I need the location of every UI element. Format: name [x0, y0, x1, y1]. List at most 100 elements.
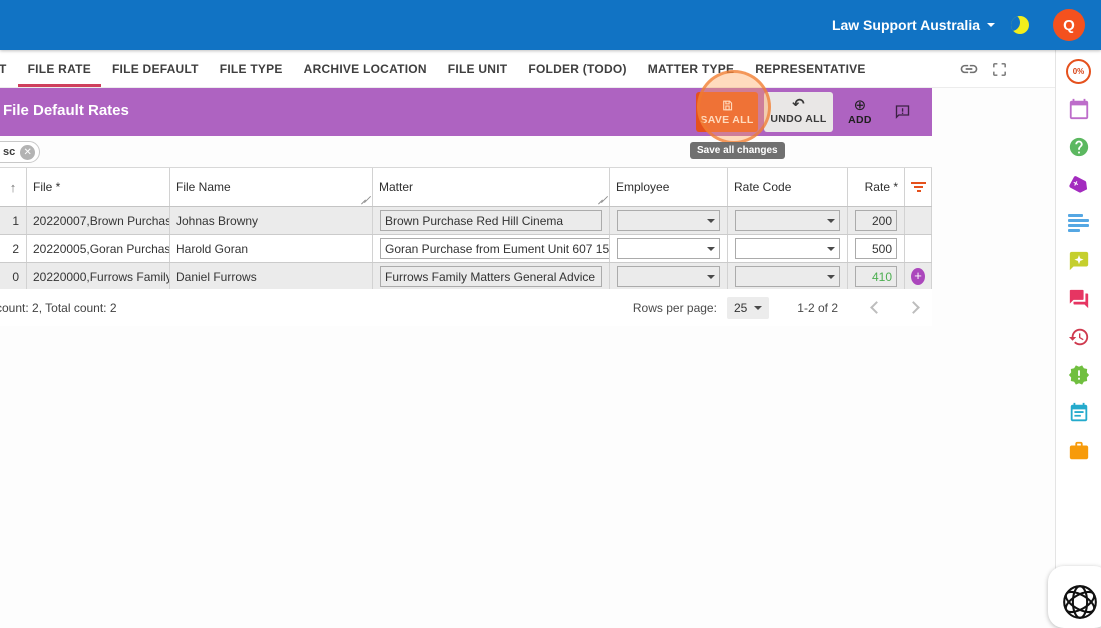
header-file[interactable]: File * [27, 168, 170, 206]
sidebar-tags[interactable]: + [1066, 172, 1092, 198]
sidebar-progress-indicator[interactable]: 0% [1066, 58, 1092, 84]
row-index: 1 [0, 207, 27, 234]
rate-code-select[interactable] [735, 266, 840, 287]
text-lines-icon [1068, 214, 1089, 232]
file-name-cell: Harold Goran [170, 235, 373, 262]
avatar[interactable]: Q [1053, 9, 1085, 41]
header-sort-cell[interactable]: ↑ [0, 168, 27, 206]
topbar: Law Support Australia Q [0, 0, 1101, 50]
header-matter[interactable]: Matter [373, 168, 610, 206]
page: Law Support Australia Q T FILE RATE FILE… [0, 0, 1101, 615]
employee-cell[interactable] [610, 263, 728, 290]
help-icon [1068, 136, 1090, 158]
file-cell[interactable]: 20220000,Furrows Family . [27, 263, 170, 290]
tab-archive-location[interactable]: ARCHIVE LOCATION [304, 50, 427, 87]
sidebar-matters[interactable] [1066, 438, 1092, 464]
matter-cell[interactable]: Furrows Family Matters General Advice [373, 263, 610, 290]
rows-per-page-select[interactable]: 25 [727, 297, 769, 319]
dark-mode-moon-icon[interactable] [1011, 16, 1029, 34]
tab-matter-type[interactable]: MATTER TYPE [648, 50, 735, 87]
sidebar-calendar[interactable] [1066, 96, 1092, 122]
tab-representative[interactable]: REPRESENTATIVE [755, 50, 865, 87]
rate-code-cell[interactable] [728, 263, 848, 290]
tab-file-unit[interactable]: FILE UNIT [448, 50, 508, 87]
filter-icon[interactable] [911, 182, 926, 192]
file-cell[interactable]: 20220005,Goran Purchas. [27, 235, 170, 262]
matter-input[interactable]: Goran Purchase from Eument Unit 607 152 [380, 238, 610, 259]
previous-page-icon[interactable] [870, 301, 883, 314]
wireframe-globe-icon [1061, 583, 1099, 621]
next-page-icon[interactable] [907, 301, 920, 314]
tab-file-type[interactable]: FILE TYPE [220, 50, 283, 87]
sidebar: 0% + [1055, 50, 1101, 615]
table-row: 1 20220007,Brown Purchas Johnas Browny B… [0, 207, 932, 235]
rate-input[interactable]: 500 [855, 238, 897, 259]
employee-select[interactable] [617, 238, 720, 259]
matter-cell[interactable]: Goran Purchase from Eument Unit 607 152 [373, 235, 610, 262]
briefcase-icon [1068, 440, 1090, 462]
event-note-icon [1068, 402, 1090, 424]
sort-chip-label: sc [3, 146, 15, 158]
employee-cell[interactable] [610, 235, 728, 262]
rate-input-changed[interactable]: 410 [855, 266, 897, 287]
matter-cell[interactable]: Brown Purchase Red Hill Cinema [373, 207, 610, 234]
row-action-cell: + [905, 263, 932, 290]
column-resize-handle[interactable] [598, 195, 607, 204]
chip-close-icon[interactable]: ✕ [20, 145, 35, 160]
sidebar-help[interactable] [1066, 134, 1092, 160]
dropdown-caret-icon [827, 247, 835, 251]
rate-cell[interactable]: 410 [848, 263, 905, 290]
matter-input[interactable]: Brown Purchase Red Hill Cinema [380, 210, 602, 231]
row-action-cell [905, 235, 932, 262]
org-switcher[interactable]: Law Support Australia [832, 17, 995, 33]
save-all-button[interactable]: SAVE ALL [696, 92, 758, 132]
sidebar-releases[interactable] [1066, 362, 1092, 388]
header-rate[interactable]: Rate * [848, 168, 905, 206]
dropdown-caret-icon [707, 275, 715, 279]
tab-file-rate[interactable]: FILE RATE [28, 50, 91, 87]
feedback-bubble-icon[interactable] [893, 103, 912, 126]
rate-code-cell[interactable] [728, 235, 848, 262]
employee-select[interactable] [617, 266, 720, 287]
tab-overflow-left[interactable]: T [0, 50, 7, 87]
tab-folder-todo[interactable]: FOLDER (TODO) [528, 50, 626, 87]
header-rate-code[interactable]: Rate Code [728, 168, 848, 206]
dropdown-caret-icon [827, 219, 835, 223]
new-releases-icon [1068, 364, 1090, 386]
sidebar-history[interactable] [1066, 324, 1092, 350]
sort-chip[interactable]: sc ✕ [0, 141, 40, 163]
sidebar-list[interactable] [1066, 210, 1092, 236]
table-row: 0 20220000,Furrows Family . Daniel Furro… [0, 263, 932, 291]
header-filter-cell [905, 168, 932, 206]
dropdown-caret-icon [707, 247, 715, 251]
header-file-name[interactable]: File Name [170, 168, 373, 206]
file-cell[interactable]: 20220007,Brown Purchas [27, 207, 170, 234]
undo-all-button[interactable]: ↶ UNDO ALL [764, 92, 833, 132]
rate-cell[interactable]: 200 [848, 207, 905, 234]
header-employee[interactable]: Employee [610, 168, 728, 206]
row-action-cell [905, 207, 932, 234]
matter-input[interactable]: Furrows Family Matters General Advice [380, 266, 602, 287]
sidebar-messages[interactable] [1066, 286, 1092, 312]
rate-input[interactable]: 200 [855, 210, 897, 231]
tabbar: T FILE RATE FILE DEFAULT FILE TYPE ARCHI… [0, 50, 1055, 88]
fullscreen-icon[interactable] [991, 61, 1008, 78]
tab-file-default[interactable]: FILE DEFAULT [112, 50, 199, 87]
rate-code-cell[interactable] [728, 207, 848, 234]
sidebar-assistant[interactable] [1066, 248, 1092, 274]
chat-widget-button[interactable] [1048, 566, 1101, 628]
employee-select[interactable] [617, 210, 720, 231]
employee-cell[interactable] [610, 207, 728, 234]
row-added-plus-icon[interactable]: + [911, 268, 925, 285]
rate-code-select[interactable] [735, 210, 840, 231]
file-name-cell: Daniel Furrows [170, 263, 373, 290]
rate-cell[interactable]: 500 [848, 235, 905, 262]
row-count-text: count: 2, Total count: 2 [0, 301, 117, 315]
add-button[interactable]: ⊕ ADD [842, 92, 878, 132]
link-icon[interactable] [959, 59, 979, 79]
sidebar-event-note[interactable] [1066, 400, 1092, 426]
column-resize-handle[interactable] [361, 195, 370, 204]
row-index: 0 [0, 263, 27, 290]
dropdown-caret-icon [754, 306, 762, 310]
rate-code-select[interactable] [735, 238, 840, 259]
